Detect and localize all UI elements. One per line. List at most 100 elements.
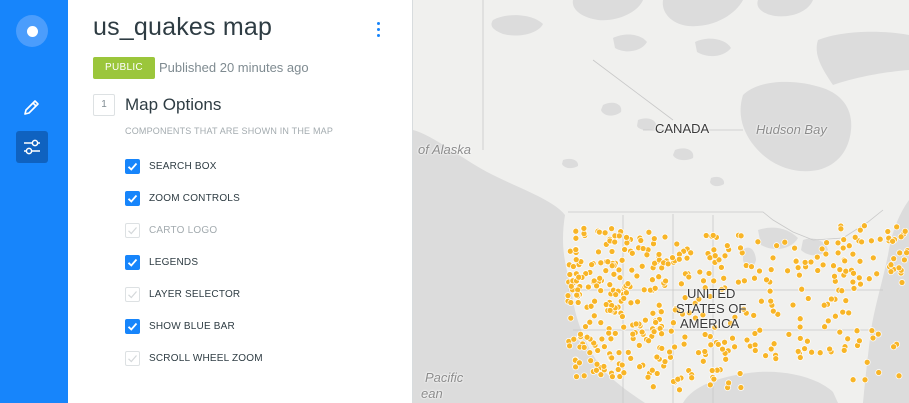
quake-point	[614, 366, 622, 373]
quake-point	[851, 233, 859, 241]
quake-point	[645, 337, 652, 345]
quake-point	[649, 309, 657, 317]
quake-point	[756, 326, 764, 334]
map-view[interactable]: CANADA Hudson Bay of Alaska UNITED STATE…	[413, 0, 909, 403]
quake-point	[850, 269, 857, 277]
quake-point	[605, 329, 613, 337]
quake-point	[794, 348, 802, 355]
quake-point	[652, 319, 659, 326]
quake-point	[701, 348, 709, 355]
checkbox[interactable]	[125, 286, 140, 302]
quake-point	[889, 237, 896, 245]
quake-point	[798, 285, 806, 293]
option-legends[interactable]: LEGENDS	[125, 253, 198, 271]
quake-point	[832, 312, 839, 320]
edit-button[interactable]	[19, 94, 45, 120]
quake-point	[635, 342, 643, 349]
quake-point	[593, 360, 601, 368]
quake-point	[896, 249, 904, 257]
map-options-button[interactable]	[16, 131, 48, 163]
quake-point	[709, 232, 717, 239]
quake-point	[845, 309, 853, 317]
quake-point	[566, 247, 574, 255]
option-search-box[interactable]: SEARCH BOX	[125, 157, 217, 175]
quake-point	[830, 262, 837, 270]
quake-point	[723, 242, 731, 249]
home-button[interactable]	[16, 15, 48, 47]
option-layer-selector[interactable]: LAYER SELECTOR	[125, 285, 240, 303]
option-show-blue-bar[interactable]: SHOW BLUE BAR	[125, 317, 235, 335]
quake-point	[606, 281, 614, 288]
checkbox[interactable]	[125, 318, 140, 334]
quake-point	[611, 238, 619, 246]
quake-point	[772, 355, 780, 362]
quake-point	[887, 268, 895, 275]
quake-point	[608, 354, 616, 362]
quake-point	[611, 330, 619, 337]
quake-point	[593, 366, 600, 374]
quake-point	[845, 242, 853, 250]
quake-point	[628, 249, 636, 257]
quake-point	[636, 363, 643, 371]
checkbox[interactable]	[125, 190, 140, 206]
section-subtitle: COMPONENTS THAT ARE SHOWN IN THE MAP	[125, 126, 334, 136]
quake-point	[751, 274, 758, 282]
quake-point	[609, 373, 616, 380]
quake-point	[586, 318, 594, 326]
quake-point	[585, 283, 592, 291]
quake-point	[731, 343, 738, 351]
quake-point	[754, 238, 762, 246]
option-label: SEARCH BOX	[149, 160, 217, 172]
quake-point	[676, 386, 683, 394]
quake-point	[655, 301, 663, 309]
option-label: SHOW BLUE BAR	[149, 320, 235, 332]
quake-point	[869, 254, 877, 262]
page-title: us_quakes map	[93, 13, 273, 41]
quake-point	[564, 292, 572, 299]
checkbox[interactable]	[125, 158, 140, 174]
checkmark-icon	[128, 290, 137, 298]
quake-point	[700, 277, 707, 285]
quake-point	[600, 363, 608, 370]
quake-point	[735, 278, 742, 286]
quake-point	[722, 355, 730, 363]
quake-point	[662, 277, 669, 285]
more-options-icon[interactable]	[368, 18, 388, 40]
quake-point	[773, 242, 780, 249]
quake-point	[868, 237, 875, 245]
checkbox[interactable]	[125, 254, 140, 270]
quake-point	[874, 330, 882, 338]
quake-point	[616, 274, 624, 281]
quake-point	[602, 267, 610, 274]
quake-point	[608, 248, 616, 255]
status-badge[interactable]: PUBLIC	[93, 57, 155, 79]
checkmark-icon	[127, 194, 138, 203]
quake-point	[792, 257, 800, 265]
quake-point	[572, 246, 580, 253]
quake-point	[623, 239, 631, 247]
quake-point	[737, 232, 745, 240]
quake-point	[842, 297, 850, 304]
quake-point	[586, 349, 594, 356]
quake-point	[837, 225, 845, 233]
quake-point	[573, 291, 581, 299]
quake-point	[655, 251, 663, 258]
quake-point	[674, 375, 682, 383]
quake-point	[834, 239, 842, 247]
quake-point	[661, 358, 669, 365]
checkmark-icon	[127, 258, 138, 267]
checkbox[interactable]	[125, 350, 140, 366]
quake-point	[648, 366, 656, 374]
quake-point	[822, 250, 830, 258]
quake-point	[683, 254, 691, 262]
quake-point	[875, 369, 883, 376]
quake-point	[651, 284, 659, 292]
option-scroll-wheel-zoom[interactable]: SCROLL WHEEL ZOOM	[125, 349, 263, 367]
quake-point	[718, 264, 725, 271]
quake-point	[675, 255, 683, 263]
option-zoom-controls[interactable]: ZOOM CONTROLS	[125, 189, 240, 207]
quake-point	[853, 327, 861, 335]
quake-point	[756, 267, 763, 275]
quake-point	[816, 349, 824, 357]
quake-point	[601, 229, 609, 237]
